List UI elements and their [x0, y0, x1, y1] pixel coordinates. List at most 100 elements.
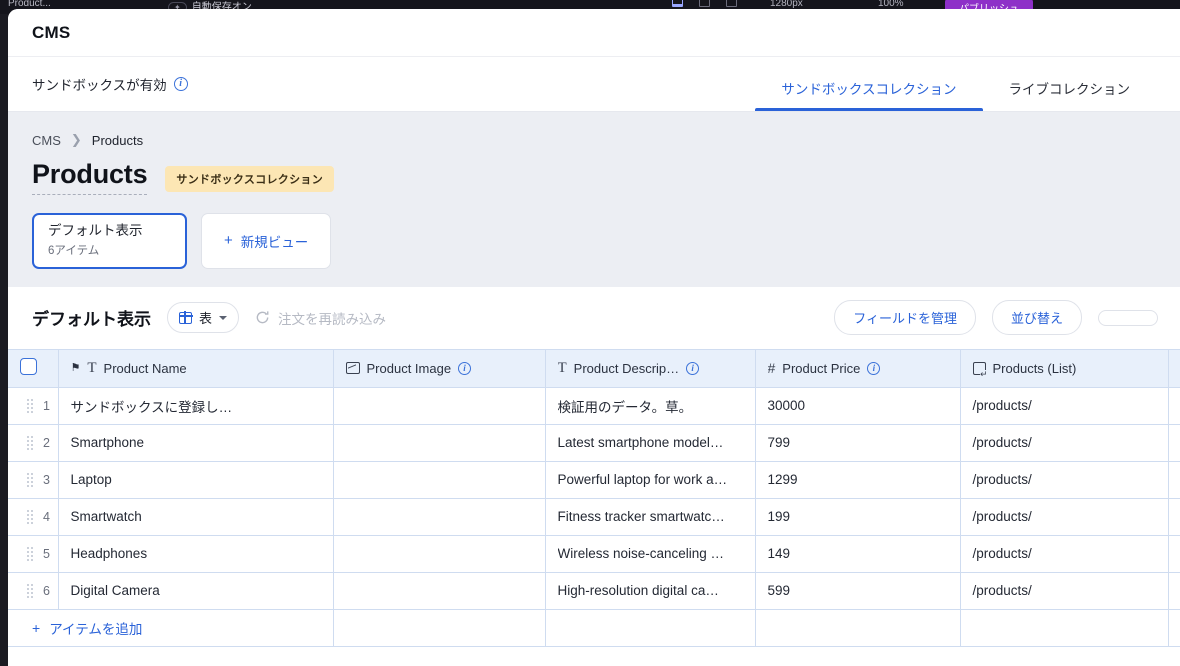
new-view-button[interactable]: + 新規ビュー [201, 213, 332, 269]
cell-product-image[interactable] [333, 572, 546, 610]
manage-fields-button[interactable]: フィールドを管理 [834, 300, 976, 336]
table-row[interactable]: 3 Laptop Powerful laptop for work a… 129… [8, 461, 1180, 499]
cell-product-description-text: Fitness tracker smartwatc… [557, 509, 725, 525]
cell-product-image[interactable] [333, 387, 546, 425]
drag-handle-icon[interactable] [26, 435, 34, 451]
view-card-default[interactable]: デフォルト表示 6アイテム [32, 213, 187, 269]
cell-product-name[interactable]: Headphones [58, 535, 334, 573]
add-row-filler [960, 609, 1169, 647]
cell-product-price[interactable]: 799 [755, 424, 961, 462]
cell-product-name[interactable]: Smartphone [58, 424, 334, 462]
cell-products-list[interactable]: /products/ [960, 535, 1169, 573]
select-all-checkbox[interactable] [20, 358, 37, 376]
tab-live-collection[interactable]: ライブコレクション [983, 78, 1157, 111]
cell-product-price[interactable]: 599 [755, 572, 961, 610]
cell-extra [1168, 461, 1180, 499]
reload-order-button[interactable]: 注文を再読み込み [255, 308, 386, 328]
mobile-viewport-icon [726, 0, 737, 7]
table-row[interactable]: 5 Headphones Wireless noise-canceling … … [8, 535, 1180, 573]
info-icon[interactable]: i [686, 361, 700, 375]
cell-extra [1168, 498, 1180, 536]
header-product-image[interactable]: Product Image i [333, 348, 546, 388]
header-products-list[interactable]: Products (List) [960, 348, 1169, 388]
view-mode-dropdown[interactable]: 表 [167, 302, 240, 334]
drag-handle-icon[interactable] [26, 398, 34, 414]
table-grid-icon [178, 311, 193, 325]
link-icon [972, 361, 988, 376]
cell-product-price[interactable]: 199 [755, 498, 961, 536]
cell-product-name[interactable]: Laptop [58, 461, 334, 499]
more-options-button[interactable] [1098, 309, 1158, 326]
table-view-title: デフォルト表示 [32, 310, 151, 330]
cell-product-price[interactable]: 1299 [755, 461, 961, 499]
modal-header: CMS [8, 9, 1180, 57]
table-row[interactable]: 2 Smartphone Latest smartphone model… 79… [8, 424, 1180, 462]
cell-product-name[interactable]: Smartwatch [58, 498, 334, 536]
cell-product-image[interactable] [333, 535, 546, 573]
cell-extra [1168, 424, 1180, 462]
sort-button[interactable]: 並び替え [991, 300, 1082, 336]
table-header-row: ⚑ T Product Name Product Image i T Produ… [8, 348, 1180, 388]
table-row[interactable]: 4 Smartwatch Fitness tracker smartwatc… … [8, 498, 1180, 536]
cell-products-list[interactable]: /products/ [960, 387, 1169, 425]
row-number: 6 [43, 583, 50, 598]
cell-product-name-text: Laptop [70, 472, 112, 488]
reload-order-label: 注文を再読み込み [278, 311, 387, 327]
tablet-viewport-icon [699, 0, 710, 7]
add-item-cell[interactable]: + アイテムを追加 [8, 609, 334, 647]
cell-product-description[interactable]: Latest smartphone model… [545, 424, 756, 462]
table-row[interactable]: 6 Digital Camera High-resolution digital… [8, 572, 1180, 610]
page-title[interactable]: Products [32, 159, 148, 195]
add-item-button[interactable]: + アイテムを追加 [20, 618, 321, 638]
plus-icon: + [32, 619, 41, 636]
view-mode-label: 表 [199, 311, 213, 327]
cell-products-list[interactable]: /products/ [960, 498, 1169, 536]
cell-products-list[interactable]: /products/ [960, 461, 1169, 499]
row-handle-cell: 4 [8, 498, 59, 536]
info-icon[interactable]: i [458, 361, 472, 375]
cell-products-list[interactable]: /products/ [960, 572, 1169, 610]
cell-product-description[interactable]: Fitness tracker smartwatc… [545, 498, 756, 536]
cell-product-price[interactable]: 30000 [755, 387, 961, 425]
data-table: ⚑ T Product Name Product Image i T Produ… [8, 348, 1180, 647]
header-product-name[interactable]: ⚑ T Product Name [58, 348, 334, 388]
drag-handle-icon[interactable] [26, 583, 34, 599]
drag-handle-icon[interactable] [26, 546, 34, 562]
cell-products-list[interactable]: /products/ [960, 424, 1169, 462]
chevron-right-icon: ❯ [70, 132, 82, 147]
add-item-row[interactable]: + アイテムを追加 [8, 609, 1180, 647]
add-item-label: アイテムを追加 [49, 621, 143, 637]
collection-tabs: サンドボックスコレクション ライブコレクション [755, 78, 1156, 111]
header-product-description[interactable]: T Product Descrip… i [545, 348, 756, 388]
cell-product-name-text: Smartwatch [70, 509, 142, 525]
info-icon[interactable]: i [867, 361, 881, 375]
cell-product-price[interactable]: 149 [755, 535, 961, 573]
cell-product-name[interactable]: Digital Camera [58, 572, 334, 610]
cell-product-description[interactable]: High-resolution digital ca… [545, 572, 756, 610]
add-row-filler [333, 609, 546, 647]
drag-handle-icon[interactable] [26, 472, 34, 488]
row-handle-cell: 5 [8, 535, 59, 573]
drag-handle-icon[interactable] [26, 509, 34, 525]
views-row: デフォルト表示 6アイテム + 新規ビュー [32, 213, 1156, 269]
cell-product-description-text: Wireless noise-canceling … [557, 546, 725, 562]
cell-product-description[interactable]: Powerful laptop for work a… [545, 461, 756, 499]
header-product-image-label: Product Image [366, 360, 452, 376]
breadcrumb-root[interactable]: CMS [32, 133, 61, 148]
table-row[interactable]: 1 サンドボックスに登録し… 検証用のデータ。草。 30000 /product… [8, 387, 1180, 425]
cell-product-name-text: Smartphone [70, 435, 145, 451]
cell-product-image[interactable] [333, 424, 546, 462]
cell-product-description[interactable]: Wireless noise-canceling … [545, 535, 756, 573]
info-icon[interactable]: i [173, 77, 188, 91]
cell-product-description[interactable]: 検証用のデータ。草。 [545, 387, 756, 425]
title-row: Products サンドボックスコレクション [32, 159, 1156, 195]
cell-product-image[interactable] [333, 498, 546, 536]
text-icon: T [87, 360, 97, 376]
cell-product-name[interactable]: サンドボックスに登録し… [58, 387, 334, 425]
tab-sandbox-collection[interactable]: サンドボックスコレクション [755, 78, 983, 111]
row-handle-cell: 6 [8, 572, 59, 610]
cell-product-image[interactable] [333, 461, 546, 499]
page-header: CMS ❯ Products Products サンドボックスコレクション デフ… [8, 112, 1180, 287]
header-product-price[interactable]: # Product Price i [755, 348, 961, 388]
sandbox-enabled-note: サンドボックスが有効 i [32, 74, 188, 94]
